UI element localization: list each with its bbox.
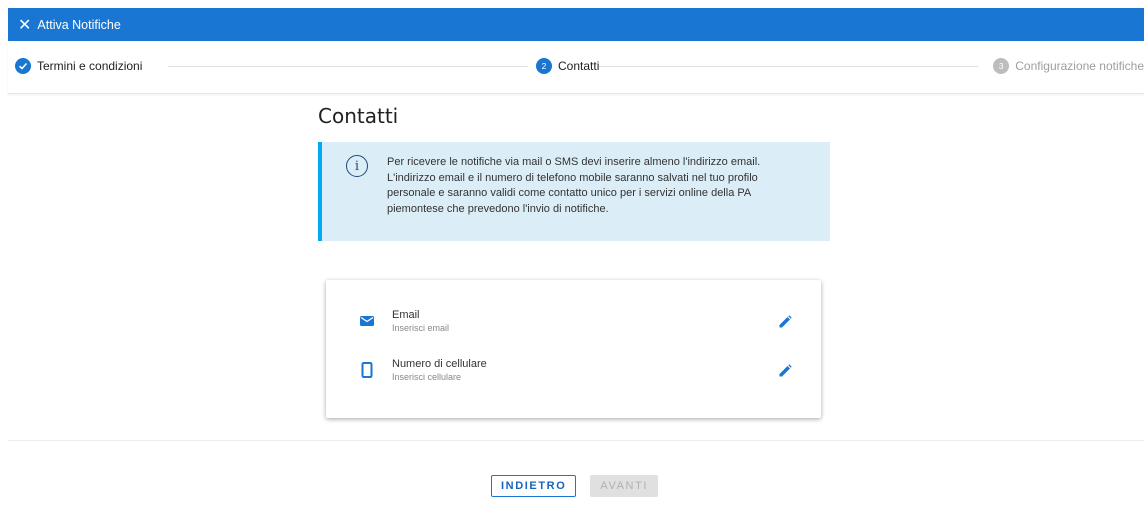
contact-texts: Email Inserisci email xyxy=(392,309,449,333)
info-icon: i xyxy=(346,155,368,177)
info-alert: i Per ricevere le notifiche via mail o S… xyxy=(318,142,830,241)
step-label: Contatti xyxy=(558,59,600,73)
contact-label: Email xyxy=(392,309,420,321)
contact-row-email: Email Inserisci email xyxy=(326,309,821,339)
close-icon[interactable]: ✕ xyxy=(18,16,31,33)
stepper-connector xyxy=(168,66,528,67)
phone-icon xyxy=(361,362,373,378)
next-button[interactable]: AVANTI xyxy=(590,475,659,497)
step-number: 3 xyxy=(993,58,1010,74)
pencil-icon[interactable] xyxy=(778,315,792,329)
step-number: 2 xyxy=(536,58,552,74)
stepper: Termini e condizioni 2 Contatti 3 Config… xyxy=(8,41,1144,94)
section-title: Contatti xyxy=(318,104,399,128)
contacts-card: Email Inserisci email Numero di cellular… xyxy=(326,280,821,418)
step-contacts[interactable]: 2 Contatti xyxy=(536,58,600,74)
page-title: Attiva Notifiche xyxy=(37,17,121,32)
stepper-connector xyxy=(598,66,978,67)
mail-icon xyxy=(360,316,374,326)
contact-row-phone: Numero di cellulare Inserisci cellulare xyxy=(326,358,821,388)
contact-texts: Numero di cellulare Inserisci cellulare xyxy=(392,358,487,382)
contact-value: Inserisci email xyxy=(392,323,450,333)
contact-label: Numero di cellulare xyxy=(392,358,487,370)
titlebar: ✕ Attiva Notifiche xyxy=(8,8,1144,41)
step-terms[interactable]: Termini e condizioni xyxy=(15,58,143,74)
check-circle-icon xyxy=(15,58,31,74)
main-content: Contatti i Per ricevere le notifiche via… xyxy=(318,104,830,241)
info-text: Per ricevere le notifiche via mail o SMS… xyxy=(387,156,761,215)
contact-value: Inserisci cellulare xyxy=(392,372,462,382)
pencil-icon[interactable] xyxy=(778,364,792,378)
divider xyxy=(8,440,1144,441)
back-button[interactable]: INDIETRO xyxy=(491,475,577,497)
step-notifications-config[interactable]: 3 Configurazione notifiche xyxy=(993,58,1144,74)
step-label: Termini e condizioni xyxy=(37,59,143,73)
app-frame: ✕ Attiva Notifiche Termini e condizioni … xyxy=(8,8,1144,526)
step-label: Configurazione notifiche xyxy=(1015,59,1144,73)
wizard-actions: INDIETRO AVANTI xyxy=(491,475,659,497)
